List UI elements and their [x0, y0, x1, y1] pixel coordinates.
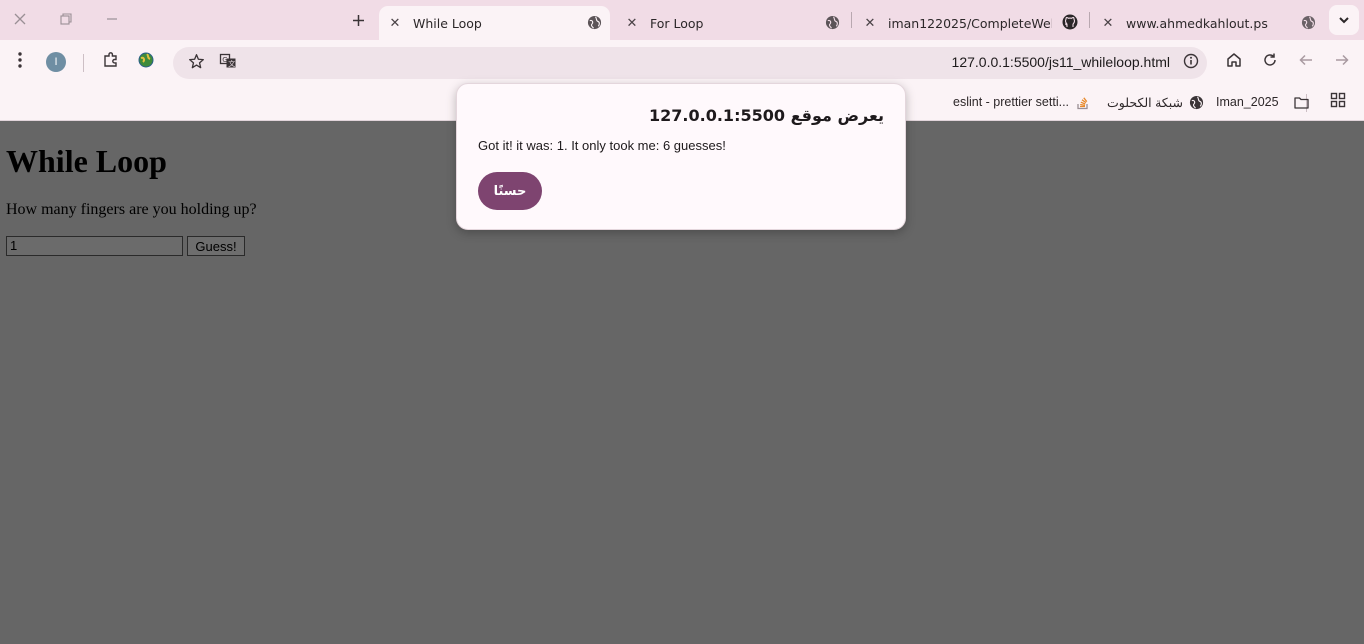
dialog-message: Got it! it was: 1. It only took me: 6 gu… [478, 138, 726, 153]
tab-for-loop[interactable]: ✕ For Loop [614, 6, 846, 40]
svg-text:G: G [222, 56, 227, 64]
avatar: I [46, 52, 66, 72]
bookmark-folder-iman[interactable]: Iman_2025 [1216, 92, 1310, 112]
question-text: How many fingers are you holding up? [6, 201, 257, 218]
address-bar[interactable]: G文 127.0.0.1:5500/js11_whileloop.html [173, 47, 1207, 79]
window-close-button[interactable] [6, 6, 34, 34]
home-button[interactable] [1222, 50, 1246, 74]
tab-close-icon[interactable]: ✕ [385, 16, 405, 31]
minimize-icon [106, 11, 118, 29]
site-info-button[interactable] [1179, 51, 1203, 75]
puzzle-icon [102, 51, 120, 73]
reload-button[interactable] [1258, 50, 1282, 74]
chevron-down-icon [1338, 11, 1350, 30]
extension-button[interactable] [134, 50, 158, 74]
tab-title: While Loop [413, 15, 482, 31]
bookmark-eslint-prettier[interactable]: eslint - prettier setti... [953, 92, 1091, 112]
guess-button[interactable]: Guess! [187, 236, 245, 256]
tab-close-icon[interactable]: ✕ [622, 16, 642, 31]
bookmark-star-button[interactable] [184, 51, 208, 75]
alert-dialog: يعرض موقع 127.0.0.1:5500 Got it! it was:… [456, 83, 906, 230]
profile-button[interactable]: I [44, 50, 68, 74]
github-icon [1062, 14, 1078, 30]
tab-ahmedkahlout[interactable]: ✕ www.ahmedkahlout.ps [1090, 6, 1322, 40]
tab-title: For Loop [650, 15, 704, 31]
star-icon [188, 53, 205, 74]
home-icon [1226, 52, 1242, 72]
stackoverflow-icon [1075, 94, 1091, 110]
menu-button[interactable] [8, 50, 32, 74]
extensions-button[interactable] [99, 50, 123, 74]
tab-title: iman122025/CompleteWebDev [888, 15, 1052, 31]
plus-icon [352, 8, 365, 32]
globe-icon [586, 14, 602, 30]
back-button[interactable] [1294, 50, 1318, 74]
toolbar-separator [83, 54, 84, 72]
bookmark-label: شبكة الكحلوت [1107, 95, 1183, 110]
more-vertical-icon [18, 52, 22, 72]
tab-strip: ✕ While Loop ✕ For Loop ✕ iman122025/Com… [0, 0, 1364, 40]
bookmark-label: Iman_2025 [1216, 95, 1279, 109]
bookmark-kahlout-network[interactable]: شبكة الكحلوت [1107, 92, 1205, 112]
extension-globe-icon [137, 51, 155, 73]
reload-icon [1262, 52, 1278, 72]
page-heading: While Loop [6, 143, 167, 179]
globe-icon [1189, 94, 1205, 110]
close-icon [14, 11, 26, 29]
globe-icon [824, 14, 840, 30]
dialog-title: يعرض موقع 127.0.0.1:5500 [649, 106, 884, 125]
dialog-ok-button[interactable]: حسنًا [478, 172, 542, 210]
svg-text:文: 文 [228, 59, 235, 68]
window-restore-button[interactable] [52, 6, 80, 34]
browser-toolbar: I G文 127.0.0.1:5500/js11_whileloop.html [0, 40, 1364, 84]
bookmark-label: eslint - prettier setti... [953, 95, 1070, 109]
tab-while-loop[interactable]: ✕ While Loop [379, 6, 610, 40]
window-minimize-button[interactable] [98, 6, 126, 34]
tab-search-button[interactable] [1329, 5, 1359, 35]
all-bookmarks-button[interactable] [1326, 90, 1350, 114]
new-tab-button[interactable] [344, 6, 372, 34]
arrow-right-icon [1334, 52, 1350, 72]
globe-icon [1300, 14, 1316, 30]
url-text[interactable]: 127.0.0.1:5500/js11_whileloop.html [952, 54, 1170, 70]
folder-icon [1294, 94, 1310, 110]
tab-close-icon[interactable]: ✕ [1098, 16, 1118, 31]
restore-icon [60, 11, 72, 29]
translate-icon: G文 [219, 52, 237, 74]
guess-input[interactable]: 1 [6, 236, 183, 256]
tab-close-icon[interactable]: ✕ [860, 16, 880, 31]
translate-button[interactable]: G文 [216, 51, 240, 75]
tab-github[interactable]: ✕ iman122025/CompleteWebDev [852, 6, 1084, 40]
apps-grid-icon [1330, 92, 1346, 112]
forward-button[interactable] [1330, 50, 1354, 74]
info-icon [1183, 53, 1199, 73]
arrow-left-icon [1298, 52, 1314, 72]
tab-title: www.ahmedkahlout.ps [1126, 15, 1268, 31]
